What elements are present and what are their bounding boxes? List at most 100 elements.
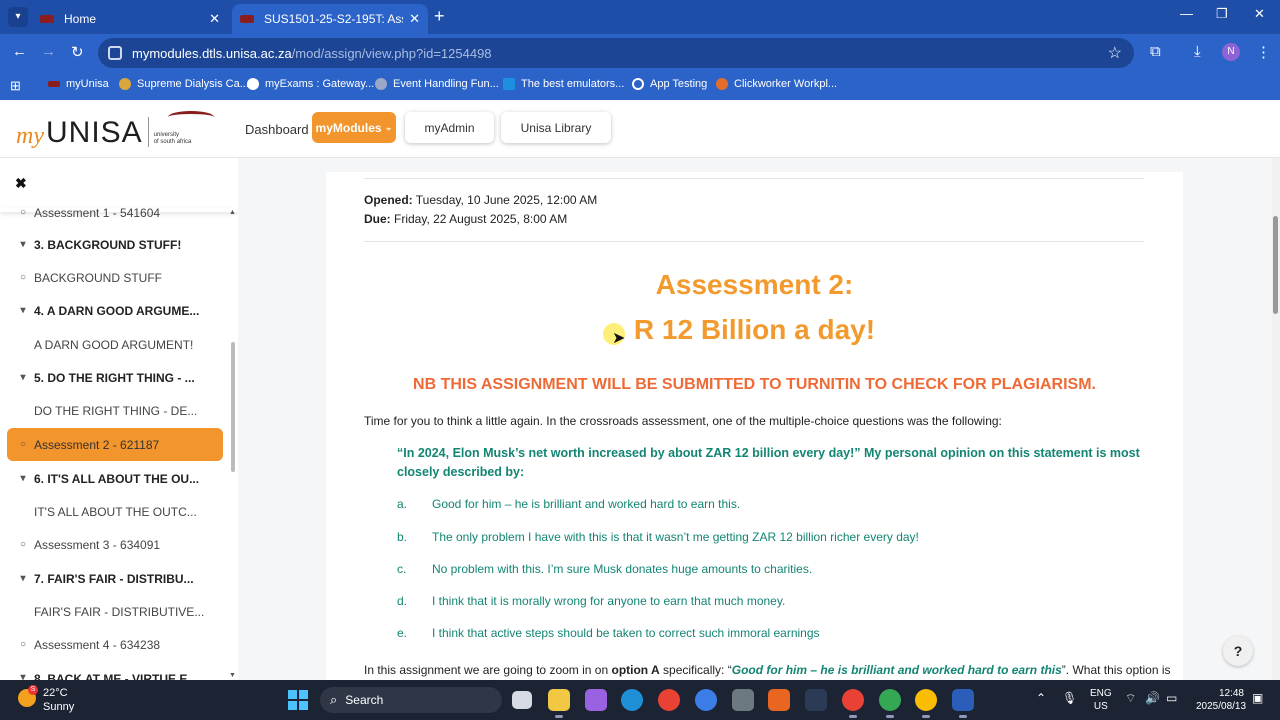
chevron-down-icon: ▾: [20, 305, 26, 316]
unisa-icon: [48, 81, 60, 87]
bookmark-app-testing[interactable]: App Testing: [632, 78, 707, 90]
sidebar-item-darn-good-argument[interactable]: A DARN GOOD ARGUMENT!: [0, 328, 228, 361]
chrome-active-icon[interactable]: [915, 689, 937, 718]
help-button[interactable]: ?: [1223, 636, 1253, 666]
notification-icon[interactable]: ▣: [1252, 691, 1263, 705]
back-icon[interactable]: ←: [12, 43, 27, 60]
sidebar-section-4[interactable]: ▾ 4. A DARN GOOD ARGUME...: [0, 294, 228, 327]
chevron-down-icon: ▾: [20, 372, 26, 383]
bookmark-myexams[interactable]: myExams : Gateway...: [247, 78, 374, 90]
bookmark-emulators[interactable]: The best emulators...: [503, 78, 624, 90]
tray-overflow-icon[interactable]: ⌃: [1036, 691, 1046, 705]
wifi-icon[interactable]: ⌔: [1125, 691, 1136, 706]
word-icon[interactable]: [952, 689, 974, 718]
search-icon: ⌕: [330, 692, 338, 707]
url-bar[interactable]: mymodules.dtls.unisa.ac.za/mod/assign/vi…: [98, 38, 1134, 68]
url-text: mymodules.dtls.unisa.ac.za/mod/assign/vi…: [132, 46, 492, 61]
system-clock[interactable]: 12:48 2025/08/13: [1196, 687, 1246, 713]
task-view-icon[interactable]: [512, 691, 532, 709]
page-scroll-thumb[interactable]: [1273, 216, 1278, 314]
sidebar-item-all-about-outcomes[interactable]: IT'S ALL ABOUT THE OUTC...: [0, 495, 228, 528]
tab-label: SUS1501-25-S2-195T: Assessment 2: [264, 12, 403, 26]
nav-myadmin-button[interactable]: myAdmin: [405, 112, 494, 143]
windows-taskbar: S 22°C Sunny ⌕ Search ⌃ 🎙 ENG US ⌔ 🔊 ▭ 12:…: [0, 680, 1280, 720]
weather-badge: S: [28, 685, 38, 695]
chevron-down-icon: ⌄: [384, 122, 393, 132]
chrome-profile-icon[interactable]: [879, 689, 901, 718]
weather-condition[interactable]: Sunny: [43, 701, 74, 713]
tool-app-icon[interactable]: [732, 689, 754, 711]
nav-library-button[interactable]: Unisa Library: [501, 112, 611, 143]
sidebar-item-assessment-4[interactable]: ○ Assessment 4 - 634238: [0, 628, 228, 661]
taskbar-search[interactable]: ⌕ Search: [320, 687, 502, 713]
scroll-down-icon[interactable]: ▼: [229, 672, 236, 679]
option-e: e. I think that active steps should be ta…: [397, 626, 820, 640]
sidebar-item-assessment-3[interactable]: ○ Assessment 3 - 634091: [0, 528, 228, 561]
tab-assessment[interactable]: SUS1501-25-S2-195T: Assessment 2 ✕: [232, 4, 428, 34]
language-indicator[interactable]: ENG US: [1090, 687, 1112, 713]
app-icon[interactable]: [805, 689, 827, 711]
reload-icon[interactable]: ↻: [71, 43, 84, 61]
bookmark-icon: [375, 78, 387, 90]
due-date: Friday, 22 August 2025, 8:00 AM: [394, 212, 568, 226]
app-store-icon[interactable]: [695, 689, 717, 711]
google-icon: [632, 78, 644, 90]
new-tab-icon[interactable]: +: [434, 6, 445, 27]
chevron-down-icon: ▾: [20, 672, 26, 680]
sidebar-item-background-stuff[interactable]: ○ BACKGROUND STUFF: [0, 261, 228, 294]
unisa-favicon-icon: [40, 15, 54, 23]
weather-temperature[interactable]: 22°C: [43, 687, 68, 699]
close-tab-icon[interactable]: ✕: [409, 11, 420, 27]
menu-dots-icon[interactable]: ⋮: [1256, 43, 1271, 61]
file-explorer-icon[interactable]: [548, 689, 570, 718]
site-info-icon[interactable]: [108, 46, 122, 60]
bookmark-supreme-dialysis[interactable]: Supreme Dialysis Ca...: [119, 78, 249, 90]
start-button[interactable]: [288, 690, 308, 710]
extensions-icon[interactable]: ⧉: [1150, 43, 1161, 60]
sidebar-section-7[interactable]: ▾ 7. FAIR'S FAIR - DISTRIBU...: [0, 562, 228, 595]
minimize-icon[interactable]: —: [1180, 6, 1193, 21]
sidebar-scrollbar[interactable]: [231, 342, 235, 472]
battery-icon[interactable]: ▭: [1166, 691, 1177, 705]
sidebar-section-8[interactable]: ▾ 8. BACK AT ME - VIRTUE E...: [0, 662, 228, 680]
video-app-icon[interactable]: [768, 689, 790, 711]
sidebar-section-6[interactable]: ▾ 6. IT'S ALL ABOUT THE OU...: [0, 462, 228, 495]
globe-icon: [247, 78, 259, 90]
sidebar-section-3[interactable]: ▾ 3. BACKGROUND STUFF!: [0, 228, 228, 261]
close-tab-icon[interactable]: ✕: [209, 11, 220, 27]
bookmark-star-icon[interactable]: ☆: [1108, 43, 1122, 63]
sidebar-section-5[interactable]: ▾ 5. DO THE RIGHT THING - ...: [0, 361, 228, 394]
page-scrollbar[interactable]: [1272, 158, 1280, 680]
nav-dashboard-link[interactable]: Dashboard: [245, 122, 309, 137]
option-a: a. Good for him – he is brilliant and wor…: [397, 497, 741, 511]
forward-icon[interactable]: →: [41, 43, 56, 60]
restore-icon[interactable]: ❐: [1216, 6, 1228, 22]
bookmarks-bar: ⊞ myUnisa Supreme Dialysis Ca... myExams…: [0, 72, 1280, 100]
download-icon[interactable]: ⤓: [1194, 43, 1201, 60]
close-sidebar-icon[interactable]: ✖: [15, 175, 27, 192]
unisa-logo[interactable]: my UNISA university of south africa: [16, 110, 214, 150]
close-window-icon[interactable]: ✕: [1254, 6, 1265, 22]
profile-avatar[interactable]: N: [1222, 43, 1240, 61]
nav-mymodules-button[interactable]: myModules ⌄: [312, 112, 396, 143]
copilot-icon[interactable]: [585, 689, 607, 711]
bookmark-myunisa[interactable]: myUnisa: [48, 78, 109, 90]
sidebar-item-assessment-2[interactable]: ○ Assessment 2 - 621187: [7, 428, 223, 461]
sidebar-item-do-the-right-thing[interactable]: DO THE RIGHT THING - DE...: [0, 394, 228, 427]
chrome-icon[interactable]: [658, 689, 680, 711]
volume-icon[interactable]: 🔊: [1145, 691, 1160, 705]
edge-icon[interactable]: [621, 689, 643, 711]
sidebar-item-fairs-fair[interactable]: FAIR'S FAIR - DISTRIBUTIVE...: [0, 595, 228, 628]
apps-grid-icon[interactable]: ⊞: [10, 78, 21, 94]
scroll-up-icon[interactable]: ▲: [229, 209, 236, 216]
chrome-profile-icon[interactable]: [842, 689, 864, 718]
sidebar-item-assessment-1[interactable]: ○ Assessment 1 - 541604: [0, 196, 228, 229]
chevron-down-icon: ▾: [20, 239, 26, 250]
circle-icon: ○: [19, 639, 27, 650]
tab-home[interactable]: Home ✕: [32, 4, 228, 34]
bookmark-clickworker[interactable]: Clickworker Workpl...: [716, 78, 837, 90]
tab-search-button[interactable]: ▾: [8, 7, 28, 27]
clickworker-icon: [716, 78, 728, 90]
microphone-icon[interactable]: 🎙: [1062, 691, 1077, 705]
bookmark-event-handling[interactable]: Event Handling Fun...: [375, 78, 499, 90]
